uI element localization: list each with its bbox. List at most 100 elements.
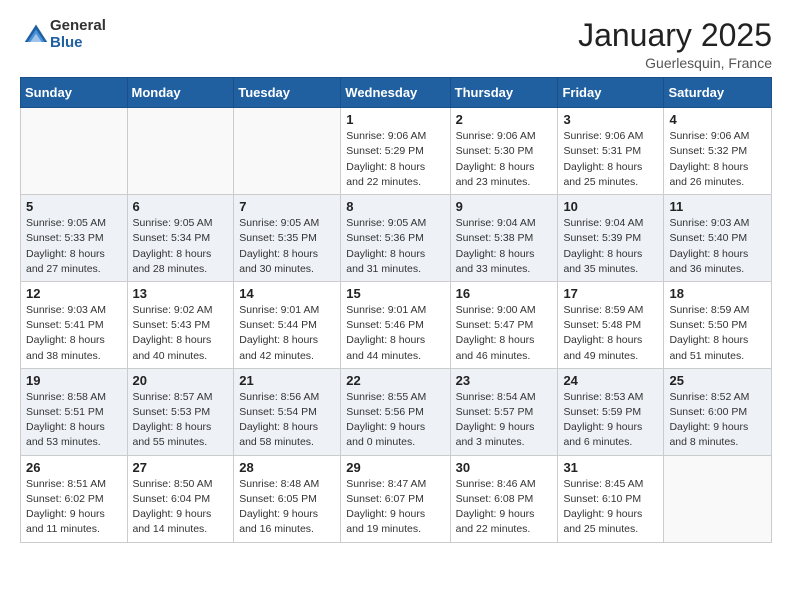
table-row: 8 Sunrise: 9:05 AM Sunset: 5:36 PM Daylig… xyxy=(341,195,450,282)
day-number: 24 xyxy=(563,373,658,388)
table-row: 5Sunrise: 9:05 AM Sunset: 5:33 PM Daylig… xyxy=(21,195,128,282)
day-number: 7 xyxy=(239,199,335,214)
day-info: Sunrise: 9:03 AM Sunset: 5:40 PM Dayligh… xyxy=(669,216,766,277)
calendar-table: Sunday Monday Tuesday Wednesday Thursday… xyxy=(20,77,772,542)
day-info: Sunrise: 8:47 AM Sunset: 6:07 PM Dayligh… xyxy=(346,477,444,538)
table-row: 19 Sunrise: 8:58 AM Sunset: 5:51 PM Dayli… xyxy=(21,368,128,455)
table-row: 4Sunrise: 9:06 AM Sunset: 5:32 PM Daylig… xyxy=(664,108,772,195)
calendar-week-row-1: 1 Sunrise: 9:06 AM Sunset: 5:29 PM Daylig… xyxy=(21,108,772,195)
day-number: 23 xyxy=(456,373,553,388)
day-info: Sunrise: 9:04 AM Sunset: 5:39 PM Dayligh… xyxy=(563,216,658,277)
table-row xyxy=(21,108,128,195)
table-row: 22Sunrise: 8:55 AM Sunset: 5:56 PM Dayli… xyxy=(341,368,450,455)
table-row: 27 Sunrise: 8:50 AM Sunset: 6:04 PM Dayli… xyxy=(127,455,234,542)
day-info: Sunrise: 8:51 AM Sunset: 6:02 PM Dayligh… xyxy=(26,477,122,538)
day-info: Sunrise: 8:50 AM Sunset: 6:04 PM Dayligh… xyxy=(133,477,229,538)
col-monday: Monday xyxy=(127,78,234,108)
table-row: 12 Sunrise: 9:03 AM Sunset: 5:41 PM Dayli… xyxy=(21,281,128,368)
day-number: 26 xyxy=(26,460,122,475)
title-block: January 2025 Guerlesquin, France xyxy=(578,18,772,71)
day-number: 17 xyxy=(563,286,658,301)
day-number: 5 xyxy=(26,199,122,214)
day-info: Sunrise: 8:46 AM Sunset: 6:08 PM Dayligh… xyxy=(456,477,553,538)
table-row: 3 Sunrise: 9:06 AM Sunset: 5:31 PM Daylig… xyxy=(558,108,664,195)
day-number: 11 xyxy=(669,199,766,214)
day-number: 15 xyxy=(346,286,444,301)
table-row: 30 Sunrise: 8:46 AM Sunset: 6:08 PM Dayli… xyxy=(450,455,558,542)
day-number: 30 xyxy=(456,460,553,475)
day-info: Sunrise: 9:03 AM Sunset: 5:41 PM Dayligh… xyxy=(26,303,122,364)
calendar-week-row-3: 12 Sunrise: 9:03 AM Sunset: 5:41 PM Dayli… xyxy=(21,281,772,368)
day-info: Sunrise: 8:54 AM Sunset: 5:57 PM Dayligh… xyxy=(456,390,553,451)
day-info: Sunrise: 9:05 AM Sunset: 5:36 PM Dayligh… xyxy=(346,216,444,277)
day-number: 3 xyxy=(563,112,658,127)
table-row xyxy=(234,108,341,195)
col-thursday: Thursday xyxy=(450,78,558,108)
day-number: 31 xyxy=(563,460,658,475)
table-row: 2 Sunrise: 9:06 AM Sunset: 5:30 PM Daylig… xyxy=(450,108,558,195)
table-row: 26 Sunrise: 8:51 AM Sunset: 6:02 PM Dayli… xyxy=(21,455,128,542)
day-info: Sunrise: 9:04 AM Sunset: 5:38 PM Dayligh… xyxy=(456,216,553,277)
day-number: 27 xyxy=(133,460,229,475)
table-row: 17 Sunrise: 8:59 AM Sunset: 5:48 PM Dayli… xyxy=(558,281,664,368)
table-row: 20Sunrise: 8:57 AM Sunset: 5:53 PM Dayli… xyxy=(127,368,234,455)
day-number: 8 xyxy=(346,199,444,214)
table-row: 18Sunrise: 8:59 AM Sunset: 5:50 PM Dayli… xyxy=(664,281,772,368)
day-info: Sunrise: 8:45 AM Sunset: 6:10 PM Dayligh… xyxy=(563,477,658,538)
col-tuesday: Tuesday xyxy=(234,78,341,108)
header: General Blue January 2025 Guerlesquin, F… xyxy=(20,18,772,71)
logo-general-text: General xyxy=(50,18,106,35)
table-row: 11 Sunrise: 9:03 AM Sunset: 5:40 PM Dayli… xyxy=(664,195,772,282)
logo: General Blue xyxy=(20,18,106,51)
day-info: Sunrise: 9:06 AM Sunset: 5:32 PM Dayligh… xyxy=(669,129,766,190)
day-info: Sunrise: 8:57 AM Sunset: 5:53 PM Dayligh… xyxy=(133,390,229,451)
day-info: Sunrise: 9:05 AM Sunset: 5:35 PM Dayligh… xyxy=(239,216,335,277)
page: General Blue January 2025 Guerlesquin, F… xyxy=(0,0,792,561)
day-info: Sunrise: 8:59 AM Sunset: 5:48 PM Dayligh… xyxy=(563,303,658,364)
day-number: 16 xyxy=(456,286,553,301)
table-row: 24 Sunrise: 8:53 AM Sunset: 5:59 PM Dayli… xyxy=(558,368,664,455)
day-number: 9 xyxy=(456,199,553,214)
day-info: Sunrise: 8:56 AM Sunset: 5:54 PM Dayligh… xyxy=(239,390,335,451)
table-row: 16 Sunrise: 9:00 AM Sunset: 5:47 PM Dayli… xyxy=(450,281,558,368)
table-row xyxy=(127,108,234,195)
day-info: Sunrise: 9:06 AM Sunset: 5:30 PM Dayligh… xyxy=(456,129,553,190)
table-row: 14 Sunrise: 9:01 AM Sunset: 5:44 PM Dayli… xyxy=(234,281,341,368)
day-number: 13 xyxy=(133,286,229,301)
calendar-week-row-5: 26 Sunrise: 8:51 AM Sunset: 6:02 PM Dayli… xyxy=(21,455,772,542)
table-row: 7 Sunrise: 9:05 AM Sunset: 5:35 PM Daylig… xyxy=(234,195,341,282)
col-friday: Friday xyxy=(558,78,664,108)
day-number: 19 xyxy=(26,373,122,388)
calendar-week-row-4: 19 Sunrise: 8:58 AM Sunset: 5:51 PM Dayli… xyxy=(21,368,772,455)
day-number: 29 xyxy=(346,460,444,475)
day-info: Sunrise: 8:52 AM Sunset: 6:00 PM Dayligh… xyxy=(669,390,766,451)
logo-icon xyxy=(22,21,50,49)
col-wednesday: Wednesday xyxy=(341,78,450,108)
calendar-week-row-2: 5Sunrise: 9:05 AM Sunset: 5:33 PM Daylig… xyxy=(21,195,772,282)
logo-text: General Blue xyxy=(50,18,106,51)
logo-blue-text: Blue xyxy=(50,35,106,52)
table-row: 1 Sunrise: 9:06 AM Sunset: 5:29 PM Daylig… xyxy=(341,108,450,195)
table-row: 13Sunrise: 9:02 AM Sunset: 5:43 PM Dayli… xyxy=(127,281,234,368)
calendar-header-row: Sunday Monday Tuesday Wednesday Thursday… xyxy=(21,78,772,108)
day-info: Sunrise: 8:55 AM Sunset: 5:56 PM Dayligh… xyxy=(346,390,444,451)
day-number: 28 xyxy=(239,460,335,475)
col-sunday: Sunday xyxy=(21,78,128,108)
day-number: 12 xyxy=(26,286,122,301)
table-row: 9 Sunrise: 9:04 AM Sunset: 5:38 PM Daylig… xyxy=(450,195,558,282)
day-number: 14 xyxy=(239,286,335,301)
calendar-location: Guerlesquin, France xyxy=(578,55,772,71)
day-info: Sunrise: 8:58 AM Sunset: 5:51 PM Dayligh… xyxy=(26,390,122,451)
table-row: 15Sunrise: 9:01 AM Sunset: 5:46 PM Dayli… xyxy=(341,281,450,368)
day-info: Sunrise: 9:06 AM Sunset: 5:31 PM Dayligh… xyxy=(563,129,658,190)
day-info: Sunrise: 9:01 AM Sunset: 5:44 PM Dayligh… xyxy=(239,303,335,364)
table-row: 23 Sunrise: 8:54 AM Sunset: 5:57 PM Dayli… xyxy=(450,368,558,455)
table-row: 10Sunrise: 9:04 AM Sunset: 5:39 PM Dayli… xyxy=(558,195,664,282)
day-number: 2 xyxy=(456,112,553,127)
day-info: Sunrise: 9:06 AM Sunset: 5:29 PM Dayligh… xyxy=(346,129,444,190)
day-info: Sunrise: 8:48 AM Sunset: 6:05 PM Dayligh… xyxy=(239,477,335,538)
day-info: Sunrise: 9:00 AM Sunset: 5:47 PM Dayligh… xyxy=(456,303,553,364)
day-number: 1 xyxy=(346,112,444,127)
day-info: Sunrise: 8:53 AM Sunset: 5:59 PM Dayligh… xyxy=(563,390,658,451)
day-info: Sunrise: 8:59 AM Sunset: 5:50 PM Dayligh… xyxy=(669,303,766,364)
